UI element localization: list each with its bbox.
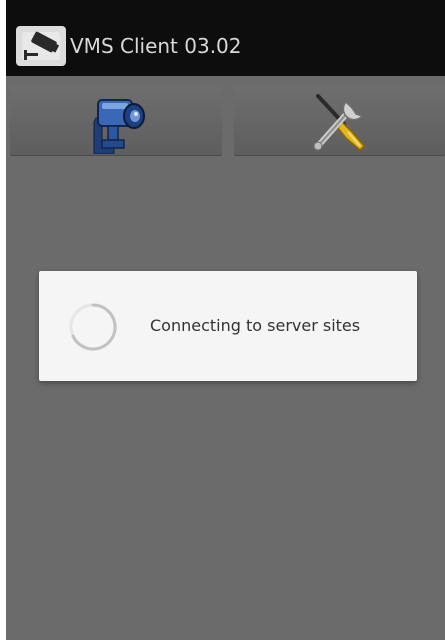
dialog-message: Connecting to server sites: [150, 316, 361, 335]
wrench-screwdriver-icon: [313, 94, 366, 152]
main-toolbar: [6, 76, 445, 161]
app-camera-icon: [16, 26, 66, 66]
security-camera-icon: [93, 99, 145, 154]
cameras-button[interactable]: [10, 86, 222, 156]
loading-spinner-icon: [69, 303, 117, 351]
settings-button[interactable]: [234, 86, 445, 156]
app-screen: VMS Client 03.02 Connecting to server si…: [6, 0, 445, 640]
progress-dialog: Connecting to server sites: [39, 271, 417, 381]
app-title: VMS Client 03.02: [70, 34, 242, 58]
action-bar: VMS Client 03.02: [6, 0, 445, 76]
